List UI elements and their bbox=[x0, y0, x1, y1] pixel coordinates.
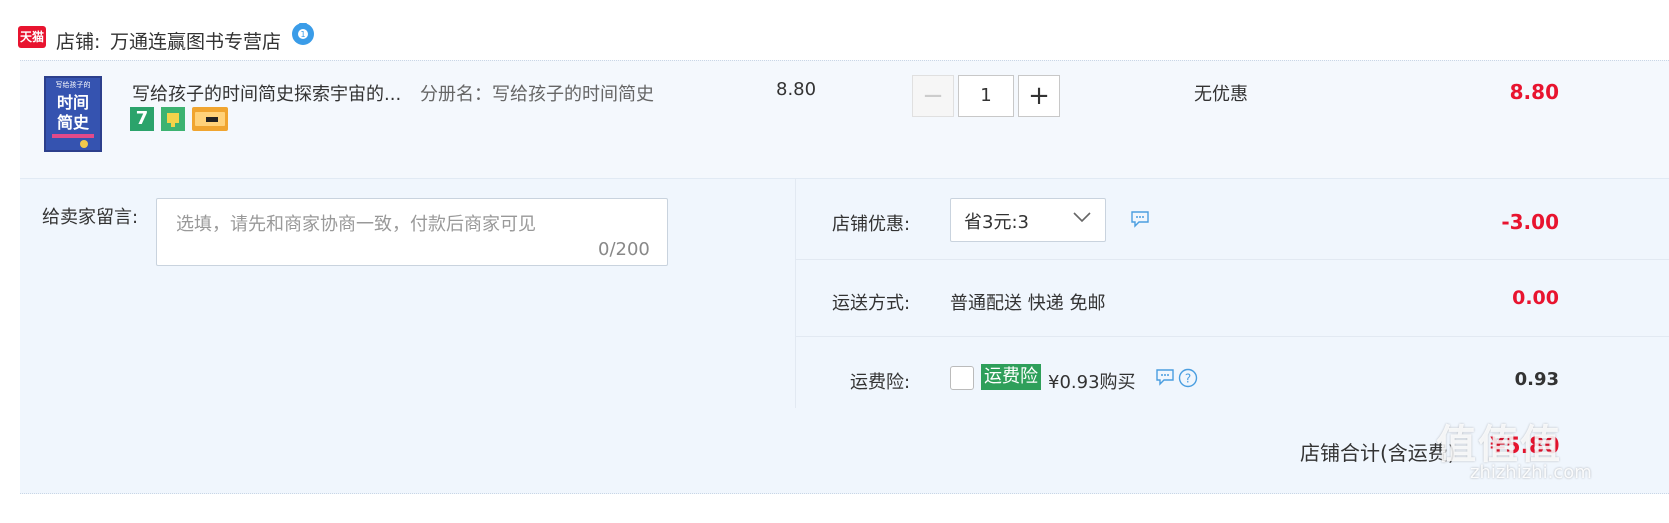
item-sku: 分册名：写给孩子的时间简史 bbox=[420, 84, 654, 105]
shield-icon[interactable] bbox=[161, 107, 185, 131]
shipping-method: 普通配送 快递 免邮 bbox=[950, 293, 1106, 314]
svg-text:1: 1 bbox=[300, 30, 305, 39]
help-icon[interactable]: ? bbox=[1178, 368, 1198, 388]
message-placeholder: 选填，请先和商家协商一致，付款后商家可见 bbox=[176, 214, 536, 235]
message-bubble-icon[interactable] bbox=[1130, 210, 1150, 228]
svg-text:?: ? bbox=[1185, 372, 1191, 386]
message-bubble-icon[interactable] bbox=[1155, 368, 1175, 386]
quantity-input[interactable]: 1 bbox=[958, 75, 1014, 117]
item-discount: 无优惠 bbox=[1194, 84, 1248, 105]
cover-small-text: 写给孩子的 bbox=[56, 80, 91, 89]
chevron-down-icon bbox=[1073, 212, 1091, 223]
svg-text:简史: 简史 bbox=[57, 113, 90, 132]
item-title-link[interactable]: 写给孩子的时间简史探索宇宙的... bbox=[132, 80, 401, 106]
shipping-amount: 0.00 bbox=[1512, 287, 1559, 309]
shop-total-label: 店铺合计(含运费) bbox=[1300, 441, 1456, 465]
divider bbox=[795, 259, 1669, 260]
insurance-checkbox[interactable] bbox=[950, 366, 974, 390]
item-subtotal: 8.80 bbox=[1509, 80, 1559, 104]
book-cover-image[interactable]: 写给孩子的 时间 简史 bbox=[44, 76, 102, 152]
quantity-increase-button[interactable]: + bbox=[1018, 75, 1060, 117]
svg-text:时间: 时间 bbox=[57, 93, 89, 112]
item-row bbox=[20, 60, 1669, 179]
unit-price: 8.80 bbox=[776, 79, 817, 100]
card-icon[interactable] bbox=[192, 107, 228, 131]
tmall-logo: 天猫 bbox=[18, 26, 46, 48]
message-char-count: 0/200 bbox=[598, 239, 650, 260]
watermark-url: zhizhizhi.com bbox=[1470, 462, 1592, 483]
seven-day-return-badge[interactable]: 7 bbox=[130, 107, 154, 131]
message-label: 给卖家留言: bbox=[42, 207, 139, 228]
coupon-amount: -3.00 bbox=[1501, 210, 1559, 234]
insurance-amount: 0.93 bbox=[1514, 369, 1559, 390]
coupon-selected-value: 省3元:3 bbox=[964, 212, 1029, 233]
shop-name-link[interactable]: 万通连赢图书专营店 bbox=[110, 27, 281, 54]
shipping-label: 运送方式: bbox=[832, 293, 911, 314]
shop-label: 店铺: bbox=[56, 31, 101, 53]
insurance-badge: 运费险 bbox=[981, 364, 1041, 390]
coupon-label: 店铺优惠: bbox=[832, 214, 911, 235]
insurance-price: ¥0.93购买 bbox=[1048, 372, 1136, 393]
insurance-label: 运费险: bbox=[850, 372, 911, 393]
wangwang-chat-icon[interactable]: 1 bbox=[290, 20, 316, 46]
quantity-decrease-button[interactable]: − bbox=[912, 75, 954, 117]
divider bbox=[795, 336, 1669, 337]
